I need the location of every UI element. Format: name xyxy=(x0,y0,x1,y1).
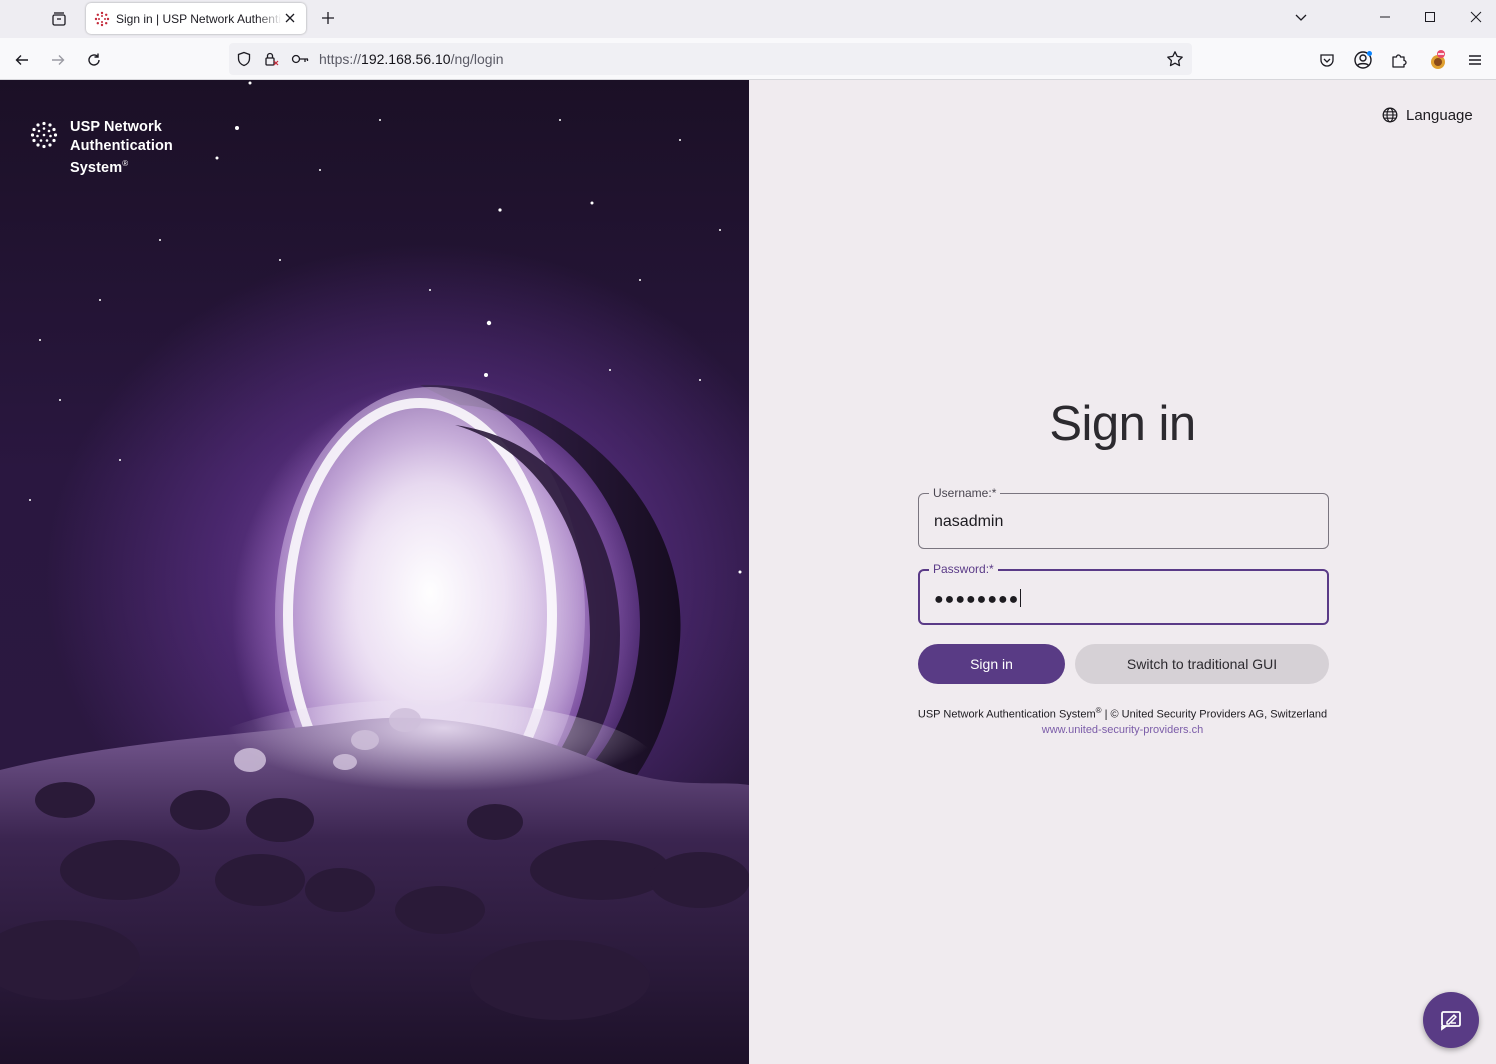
language-selector[interactable]: Language xyxy=(1382,105,1473,125)
hamburger-menu-icon[interactable] xyxy=(1461,46,1489,74)
text-caret xyxy=(1020,589,1022,607)
browser-tab-active[interactable]: Sign in | USP Network Authentication Sys… xyxy=(86,3,306,34)
reload-icon[interactable] xyxy=(80,46,108,74)
browser-nav-bar: https://192.168.56.10/ng/login xyxy=(0,38,1496,80)
language-label: Language xyxy=(1406,106,1473,124)
password-value: ●●●●●●●● xyxy=(934,591,1020,608)
browser-tab-bar: Sign in | USP Network Authentication Sys… xyxy=(0,0,1496,38)
brand-line-2: Authentication xyxy=(70,137,173,154)
chevron-down-icon[interactable] xyxy=(1278,0,1324,34)
key-icon[interactable] xyxy=(291,50,309,68)
shield-icon[interactable] xyxy=(235,50,253,68)
extension-badge-icon[interactable] xyxy=(1424,46,1452,74)
username-label: Username:* xyxy=(929,485,1001,501)
forward-arrow-icon[interactable] xyxy=(44,46,72,74)
password-field[interactable]: Password:* ●●●●●●●● xyxy=(918,561,1329,625)
page-title: Sign in xyxy=(1049,397,1196,451)
usp-logo-icon xyxy=(30,121,58,149)
password-label: Password:* xyxy=(929,561,998,577)
hero-scene xyxy=(0,81,749,1064)
close-window-button[interactable] xyxy=(1453,0,1496,34)
url-path: /ng/login xyxy=(450,51,504,67)
plus-icon[interactable] xyxy=(316,6,340,30)
brand-line-3: System® xyxy=(70,155,173,177)
username-value: nasadmin xyxy=(934,513,1004,530)
username-field[interactable]: Username:* nasadmin xyxy=(918,485,1329,549)
back-arrow-icon[interactable] xyxy=(8,46,36,74)
url-bar[interactable]: https://192.168.56.10/ng/login xyxy=(229,43,1192,75)
feedback-button[interactable] xyxy=(1423,992,1479,1048)
sign-in-panel: Language Sign in Username:* nasadmin Pas… xyxy=(749,80,1496,1064)
star-icon[interactable] xyxy=(1166,50,1184,68)
footer-copyright: | © United Security Providers AG, Switze… xyxy=(1101,708,1328,721)
copyright-footer: USP Network Authentication System® | © U… xyxy=(749,706,1496,721)
brand-line-3-text: System xyxy=(70,159,123,176)
hero-image: USP Network Authentication System® xyxy=(0,80,749,1064)
tab-list-icon[interactable] xyxy=(46,6,72,32)
brand-name: USP Network Authentication System® xyxy=(70,118,173,177)
globe-icon xyxy=(1382,107,1398,123)
url-host: 192.168.56.10 xyxy=(361,51,451,67)
sign-in-button[interactable]: Sign in xyxy=(918,644,1065,684)
vendor-website-link[interactable]: www.united-security-providers.ch xyxy=(749,724,1496,736)
maximize-window-button[interactable] xyxy=(1407,0,1453,34)
footer-product: USP Network Authentication System xyxy=(917,708,1096,721)
brand-logo-block: USP Network Authentication System® xyxy=(30,118,173,177)
url-scheme: https:// xyxy=(319,51,362,67)
pocket-icon[interactable] xyxy=(1313,46,1341,74)
close-icon[interactable] xyxy=(282,10,298,26)
url-text[interactable]: https://192.168.56.10/ng/login xyxy=(319,51,504,67)
password-value-wrap: ●●●●●●●● xyxy=(934,589,1022,609)
account-icon[interactable] xyxy=(1349,46,1377,74)
minimize-window-button[interactable] xyxy=(1362,0,1408,34)
puzzle-icon[interactable] xyxy=(1385,46,1413,74)
usp-favicon-icon xyxy=(94,11,110,26)
feedback-icon xyxy=(1441,1011,1461,1031)
brand-registered-mark: ® xyxy=(122,159,129,168)
tab-title: Sign in | USP Network Authentication Sys… xyxy=(116,11,282,26)
brand-line-1: USP Network xyxy=(70,119,162,135)
switch-to-traditional-gui-button[interactable]: Switch to traditional GUI xyxy=(1075,644,1329,684)
lock-icon[interactable] xyxy=(262,50,280,68)
